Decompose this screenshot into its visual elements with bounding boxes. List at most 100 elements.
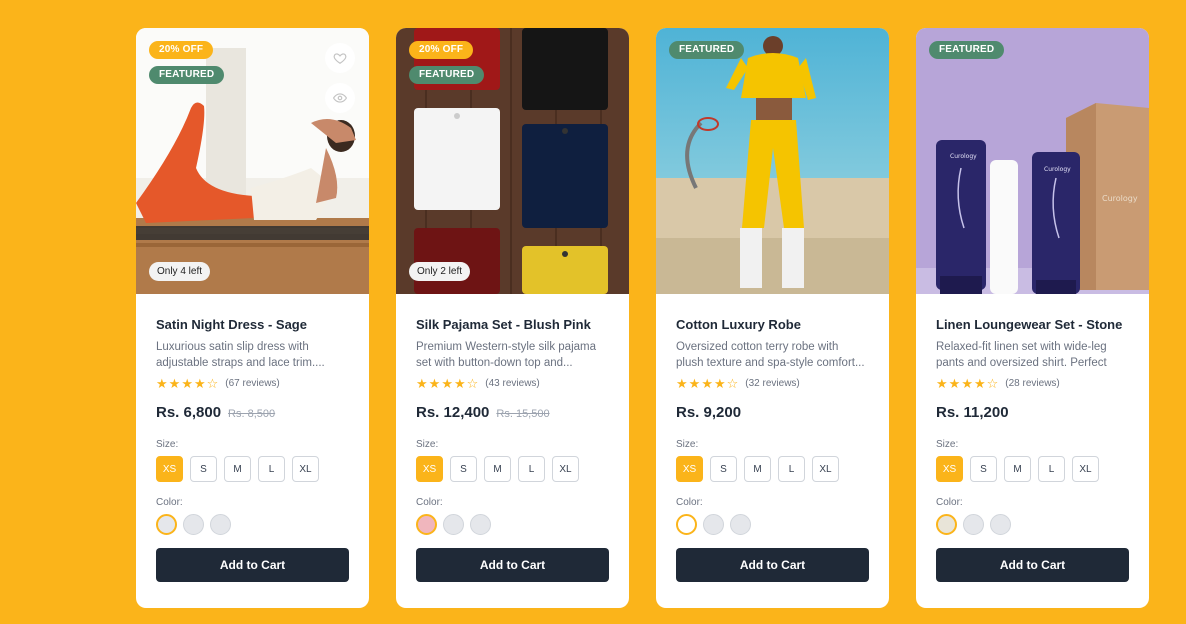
featured-badge: FEATURED	[149, 66, 225, 84]
product-grid: 20% OFF FEATURED Only 4 left Satin Night…	[136, 28, 1149, 608]
size-option-m[interactable]: M	[1004, 456, 1031, 482]
size-option-l[interactable]: L	[1038, 456, 1065, 482]
product-card: 20% OFF FEATURED Only 4 left Satin Night…	[136, 28, 369, 608]
product-title[interactable]: Cotton Luxury Robe	[676, 317, 869, 332]
price: Rs. 11,200	[936, 404, 1009, 421]
star-empty-icon: ☆	[726, 375, 739, 391]
price: Rs. 6,800	[156, 404, 222, 421]
star-icon: ★	[688, 375, 701, 391]
product-image[interactable]: FEATURED	[656, 28, 889, 294]
add-to-cart-button[interactable]: Add to Cart	[416, 548, 609, 582]
size-option-l[interactable]: L	[518, 456, 545, 482]
size-option-xl[interactable]: XL	[812, 456, 839, 482]
size-option-m[interactable]: M	[484, 456, 511, 482]
size-option-xs[interactable]: XS	[676, 456, 703, 482]
size-option-xl[interactable]: XL	[552, 456, 579, 482]
product-card: FEATURED Cotton Luxury Robe Oversized co…	[656, 28, 889, 608]
tube-brand-text: Curology	[1044, 166, 1071, 173]
star-icon: ★	[156, 375, 168, 391]
review-count: (32 reviews)	[745, 377, 800, 389]
color-swatch[interactable]	[676, 514, 697, 535]
size-option-m[interactable]: M	[744, 456, 771, 482]
color-swatch[interactable]	[990, 514, 1011, 535]
star-icon: ★	[961, 375, 973, 391]
color-label: Color:	[676, 497, 703, 508]
color-label: Color:	[416, 497, 443, 508]
size-option-xl[interactable]: XL	[1072, 456, 1099, 482]
review-count: (28 reviews)	[1005, 377, 1060, 389]
price-row: Rs. 6,800 Rs. 8,500	[156, 404, 349, 422]
color-swatch[interactable]	[416, 514, 437, 535]
star-empty-icon: ☆	[986, 375, 999, 391]
color-swatch[interactable]	[210, 514, 231, 535]
star-icon: ★	[168, 375, 181, 391]
color-options	[676, 514, 869, 535]
star-icon: ★	[676, 375, 688, 391]
featured-badge: FEATURED	[409, 66, 485, 84]
star-icon: ★	[428, 375, 441, 391]
product-description: Premium Western-style silk pajama set wi…	[416, 341, 597, 369]
size-option-xs[interactable]: XS	[416, 456, 443, 482]
price-row: Rs. 9,200	[676, 404, 869, 422]
product-image[interactable]: 20% OFF FEATURED Only 2 left	[396, 28, 629, 294]
size-label: Size:	[936, 439, 959, 450]
featured-badge: FEATURED	[929, 41, 1005, 59]
size-option-s[interactable]: S	[710, 456, 737, 482]
color-label: Color:	[936, 497, 963, 508]
size-option-xl[interactable]: XL	[292, 456, 319, 482]
discount-badge: 20% OFF	[149, 41, 214, 59]
size-option-xs[interactable]: XS	[936, 456, 963, 482]
color-swatch[interactable]	[470, 514, 491, 535]
color-options	[936, 514, 1129, 535]
size-option-m[interactable]: M	[224, 456, 251, 482]
product-description: Relaxed-fit linen set with wide-leg pant…	[936, 341, 1107, 369]
star-icon: ★	[948, 375, 961, 391]
quick-view-button[interactable]	[325, 83, 355, 113]
size-option-s[interactable]: S	[450, 456, 477, 482]
color-swatch[interactable]	[183, 514, 204, 535]
star-icon: ★	[701, 375, 713, 391]
rating: ★ ★ ★ ★ ☆ (43 reviews)	[416, 376, 609, 390]
stock-badge: Only 2 left	[409, 262, 471, 281]
color-swatch[interactable]	[963, 514, 984, 535]
size-option-l[interactable]: L	[258, 456, 285, 482]
color-swatch[interactable]	[703, 514, 724, 535]
star-icon: ★	[441, 375, 453, 391]
add-to-cart-button[interactable]: Add to Cart	[156, 548, 349, 582]
color-swatch[interactable]	[156, 514, 177, 535]
price: Rs. 12,400	[416, 404, 490, 421]
product-photo-yellow-outfit	[656, 28, 889, 294]
product-description: Luxurious satin slip dress with adjustab…	[156, 341, 325, 369]
size-options: XS S M L XL	[936, 456, 1129, 482]
box-brand-text: Curology	[1102, 194, 1138, 203]
star-icon: ★	[193, 375, 206, 391]
price-row: Rs. 12,400 Rs. 15,500	[416, 404, 609, 422]
product-image[interactable]: Curology Curology Curology FEATURED	[916, 28, 1149, 294]
color-swatch[interactable]	[443, 514, 464, 535]
size-label: Size:	[676, 439, 699, 450]
color-swatch[interactable]	[936, 514, 957, 535]
eye-icon	[333, 93, 347, 103]
size-option-l[interactable]: L	[778, 456, 805, 482]
add-to-cart-button[interactable]: Add to Cart	[936, 548, 1129, 582]
star-icon: ★	[181, 375, 193, 391]
wishlist-button[interactable]	[325, 43, 355, 73]
product-card: Curology Curology Curology FEATURED Line…	[916, 28, 1149, 608]
stock-badge: Only 4 left	[149, 262, 211, 281]
product-card: 20% OFF FEATURED Only 2 left Silk Pajama…	[396, 28, 629, 608]
size-option-s[interactable]: S	[190, 456, 217, 482]
star-icon: ★	[453, 375, 466, 391]
color-swatch[interactable]	[730, 514, 751, 535]
product-image[interactable]: 20% OFF FEATURED Only 4 left	[136, 28, 369, 294]
size-option-xs[interactable]: XS	[156, 456, 183, 482]
size-option-s[interactable]: S	[970, 456, 997, 482]
original-price: Rs. 15,500	[496, 408, 550, 420]
product-title[interactable]: Satin Night Dress - Sage	[156, 317, 349, 332]
review-count: (67 reviews)	[225, 377, 280, 389]
product-photo-skincare: Curology Curology Curology	[916, 28, 1149, 294]
add-to-cart-button[interactable]: Add to Cart	[676, 548, 869, 582]
star-icon: ★	[416, 375, 428, 391]
product-title[interactable]: Linen Loungewear Set - Stone	[936, 317, 1129, 332]
product-title[interactable]: Silk Pajama Set - Blush Pink	[416, 317, 609, 332]
featured-badge: FEATURED	[669, 41, 745, 59]
